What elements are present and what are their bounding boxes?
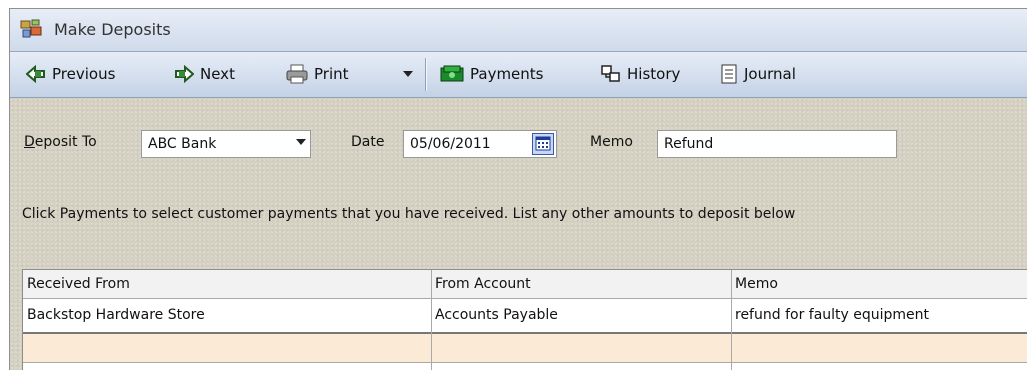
print-button[interactable]: Print [286, 62, 349, 86]
previous-button[interactable]: Previous [26, 62, 115, 86]
table-cell-from-account[interactable]: Accounts Payable [431, 298, 731, 331]
deposits-grid: Received From From Account Memo Backstop… [22, 269, 1027, 370]
print-label: Print [314, 65, 349, 83]
payments-label: Payments [470, 65, 544, 83]
journal-button[interactable]: Journal [720, 62, 796, 86]
column-header-received-from[interactable]: Received From [23, 270, 431, 298]
chevron-down-icon[interactable] [296, 139, 306, 145]
chevron-down-icon [403, 71, 413, 77]
deposit-form: Deposit To ABC Bank Date 05/06/2011 Memo [10, 98, 1027, 370]
printer-icon [286, 64, 308, 84]
make-deposits-icon [20, 19, 42, 39]
row-divider [23, 362, 1027, 363]
table-cell-memo[interactable]: refund for faulty equipment [731, 298, 1027, 331]
deposit-to-select[interactable]: ABC Bank [141, 130, 311, 158]
title-bar: Make Deposits [10, 9, 1027, 52]
previous-arrow-icon [26, 65, 45, 83]
payments-button[interactable]: Payments [440, 62, 543, 86]
date-label: Date [351, 134, 385, 150]
toolbar-separator [425, 58, 427, 91]
memo-field[interactable]: Refund [657, 130, 897, 158]
table-cell-received-from[interactable] [23, 334, 431, 362]
previous-label: Previous [52, 65, 116, 83]
journal-label: Journal [744, 65, 796, 83]
memo-value: Refund [664, 136, 714, 152]
next-button[interactable]: Next [174, 62, 235, 86]
journal-icon [721, 64, 737, 84]
table-cell-from-account[interactable] [431, 334, 731, 362]
history-label: History [627, 65, 681, 83]
memo-label: Memo [590, 134, 633, 150]
deposit-to-label: Deposit To [24, 134, 97, 150]
calendar-icon[interactable] [532, 133, 554, 155]
deposit-to-value: ABC Bank [148, 136, 217, 152]
make-deposits-window: Make Deposits Previous Next Print Paymen… [9, 8, 1027, 370]
print-dropdown-arrow[interactable] [401, 62, 415, 86]
table-cell-received-from[interactable]: Backstop Hardware Store [23, 298, 431, 331]
payments-icon [440, 65, 464, 82]
date-field[interactable]: 05/06/2011 [403, 130, 557, 158]
table-cell-memo[interactable] [731, 334, 1027, 362]
column-header-from-account[interactable]: From Account [431, 270, 731, 298]
next-arrow-icon [175, 65, 194, 83]
window-title: Make Deposits [54, 20, 171, 39]
instructions-text: Click Payments to select customer paymen… [22, 206, 796, 222]
date-value: 05/06/2011 [410, 136, 491, 152]
next-label: Next [200, 65, 235, 83]
column-header-memo[interactable]: Memo [731, 270, 1027, 298]
toolbar: Previous Next Print Payments History Jou… [10, 52, 1027, 98]
history-button[interactable]: History [601, 62, 680, 86]
history-icon [601, 65, 620, 82]
